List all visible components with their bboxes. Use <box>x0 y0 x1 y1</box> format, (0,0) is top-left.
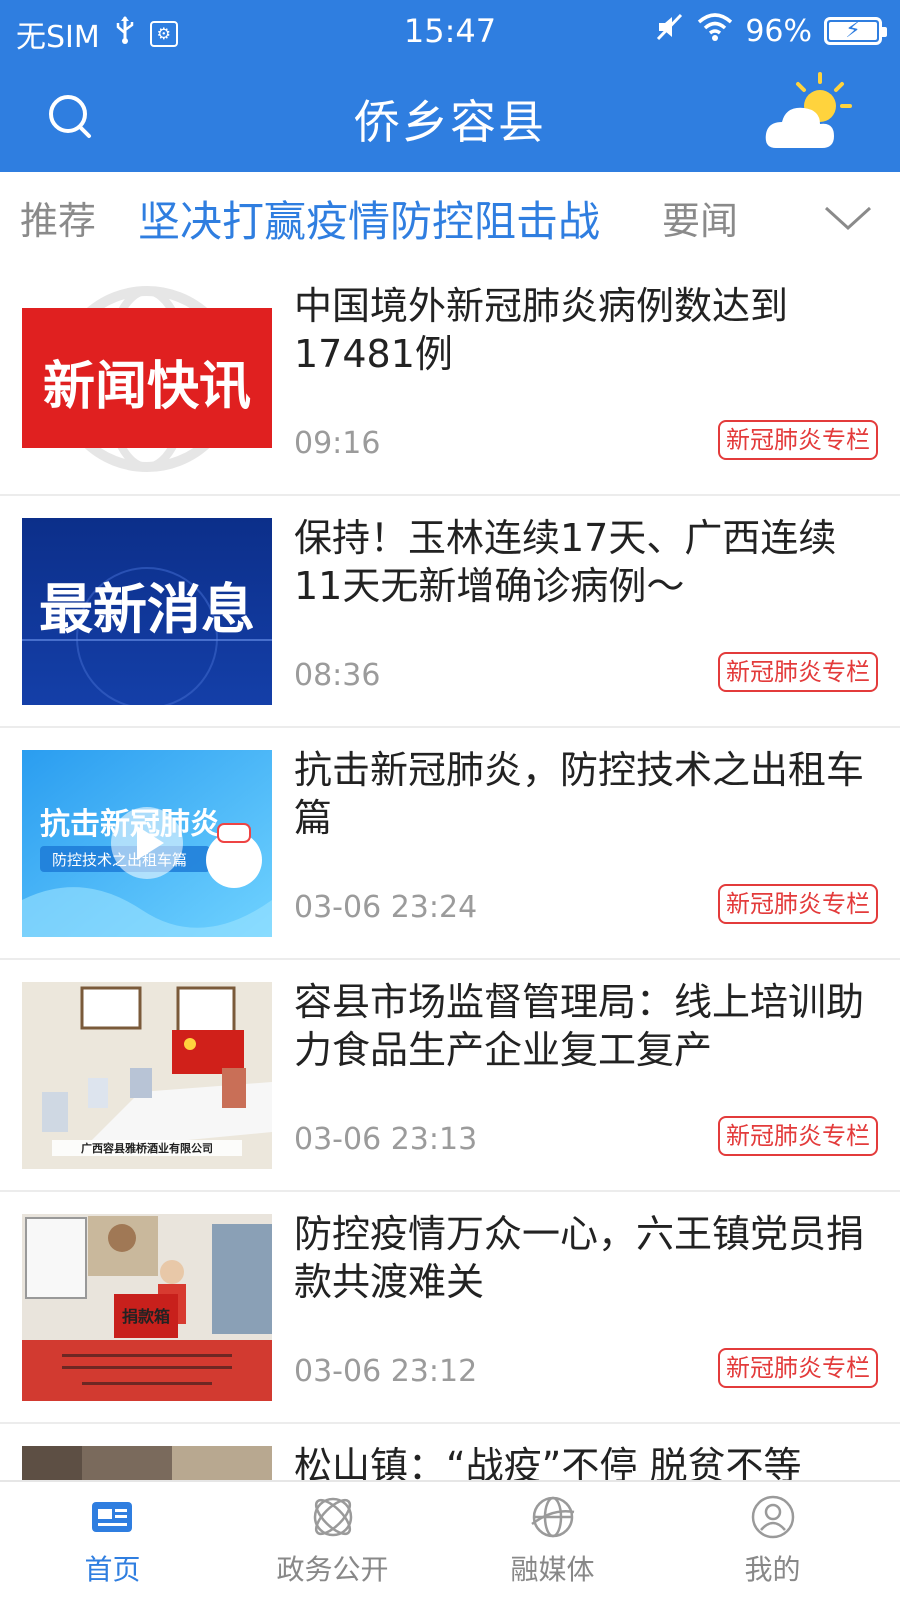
news-thumbnail: 新闻快讯 <box>22 286 272 473</box>
orbit-icon <box>313 1497 353 1537</box>
nav-home-label: 首页 <box>84 1553 141 1586</box>
tab-headlines[interactable]: 要闻 <box>662 190 738 245</box>
news-item[interactable]: 捐款箱 防控疫情万众一心，六王镇党员捐款共渡难关 03-06 23:12 新冠肺… <box>0 1192 900 1424</box>
nav-profile-label: 我的 <box>744 1553 801 1586</box>
news-title: 中国境外新冠肺炎病例数达到17481例 <box>294 284 789 376</box>
globe-icon <box>531 1496 575 1538</box>
column-tag[interactable]: 新冠肺炎专栏 <box>718 652 878 692</box>
news-time: 09:16 <box>294 426 381 461</box>
news-time: 03-06 23:12 <box>294 1354 478 1389</box>
column-tag[interactable]: 新冠肺炎专栏 <box>718 884 878 924</box>
news-time: 03-06 23:24 <box>294 890 478 925</box>
mute-icon <box>655 12 685 50</box>
column-tag[interactable]: 新冠肺炎专栏 <box>718 1116 878 1156</box>
news-item[interactable]: 抗击新冠肺炎 防控技术之出租车篇 抗击新冠肺炎，防控技术之出租车篇 03-06 … <box>0 728 900 960</box>
news-item[interactable]: 最新消息 保持！玉林连续17天、广西连续11天无新增确诊病例～ 08:36 新冠… <box>0 496 900 728</box>
svg-text:新闻快讯: 新闻快讯 <box>43 357 251 417</box>
nav-media[interactable]: 融媒体 <box>440 1482 665 1600</box>
app-header: 侨乡容县 <box>0 62 900 172</box>
news-title: 抗击新冠肺炎，防控技术之出租车篇 <box>294 748 865 840</box>
news-list: 新闻快讯 中国境外新冠肺炎病例数达到17481例 09:16 新冠肺炎专栏 最新… <box>0 264 900 1480</box>
svg-text:广西容县雅桥酒业有限公司: 广西容县雅桥酒业有限公司 <box>81 1141 213 1155</box>
column-tag[interactable]: 新冠肺炎专栏 <box>718 420 878 460</box>
user-icon <box>751 1495 795 1539</box>
channel-tabs: 推荐 坚决打赢疫情防控阻击战 要闻 <box>0 172 900 264</box>
top-bar: 无SIM ⚙ 15:47 96% ⚡ 侨乡容县 <box>0 0 900 172</box>
nav-government-label: 政务公开 <box>276 1553 389 1586</box>
nav-profile[interactable]: 我的 <box>660 1482 885 1600</box>
news-thumbnail: 捐款箱 <box>22 1214 272 1401</box>
news-title: 松山镇：“战疫”不停 脱贫不等 <box>294 1444 802 1480</box>
news-item[interactable]: 松山镇：“战疫”不停 脱贫不等 <box>0 1424 900 1480</box>
news-thumbnail: 最新消息 <box>22 518 272 705</box>
news-time: 03-06 23:13 <box>294 1122 478 1157</box>
news-thumbnail: 抗击新冠肺炎 防控技术之出租车篇 <box>22 750 272 937</box>
svg-text:捐款箱: 捐款箱 <box>122 1307 170 1326</box>
news-title: 防控疫情万众一心，六王镇党员捐款共渡难关 <box>294 1212 865 1304</box>
news-time: 08:36 <box>294 658 381 693</box>
column-tag[interactable]: 新冠肺炎专栏 <box>718 1348 878 1388</box>
partly-cloudy-icon <box>765 72 852 148</box>
tab-epidemic[interactable]: 坚决打赢疫情防控阻击战 <box>138 188 600 249</box>
news-title: 容县市场监督管理局：线上培训助力食品生产企业复工复产 <box>294 980 865 1072</box>
news-item[interactable]: 广西容县雅桥酒业有限公司 容县市场监督管理局：线上培训助力食品生产企业复工复产 … <box>0 960 900 1192</box>
news-thumbnail: 广西容县雅桥酒业有限公司 <box>22 982 272 1169</box>
nav-government[interactable]: 政务公开 <box>220 1482 445 1600</box>
news-home-icon <box>92 1502 132 1532</box>
status-right: 96% ⚡ <box>655 12 887 50</box>
chevron-down-icon <box>824 206 872 231</box>
bottom-navigation: 首页 政务公开 融媒体 我的 <box>0 1480 900 1600</box>
news-thumbnail <box>22 1446 272 1480</box>
tabs-more-button[interactable] <box>822 198 874 238</box>
nav-home[interactable]: 首页 <box>0 1482 225 1600</box>
app-screen: 无SIM ⚙ 15:47 96% ⚡ 侨乡容县 推荐 坚决打赢疫情防控阻击战 要… <box>0 0 900 1600</box>
status-bar: 无SIM ⚙ 15:47 96% ⚡ <box>0 0 900 62</box>
news-item[interactable]: 新闻快讯 中国境外新冠肺炎病例数达到17481例 09:16 新冠肺炎专栏 <box>0 264 900 496</box>
nav-media-label: 融媒体 <box>510 1553 595 1586</box>
battery-icon: ⚡ <box>824 17 887 45</box>
weather-button[interactable] <box>762 70 852 154</box>
battery-text: 96% <box>745 13 812 49</box>
news-title: 保持！玉林连续17天、广西连续11天无新增确诊病例～ <box>294 516 837 608</box>
wifi-icon <box>697 12 733 50</box>
svg-text:最新消息: 最新消息 <box>39 578 255 641</box>
tab-recommend[interactable]: 推荐 <box>20 190 96 245</box>
